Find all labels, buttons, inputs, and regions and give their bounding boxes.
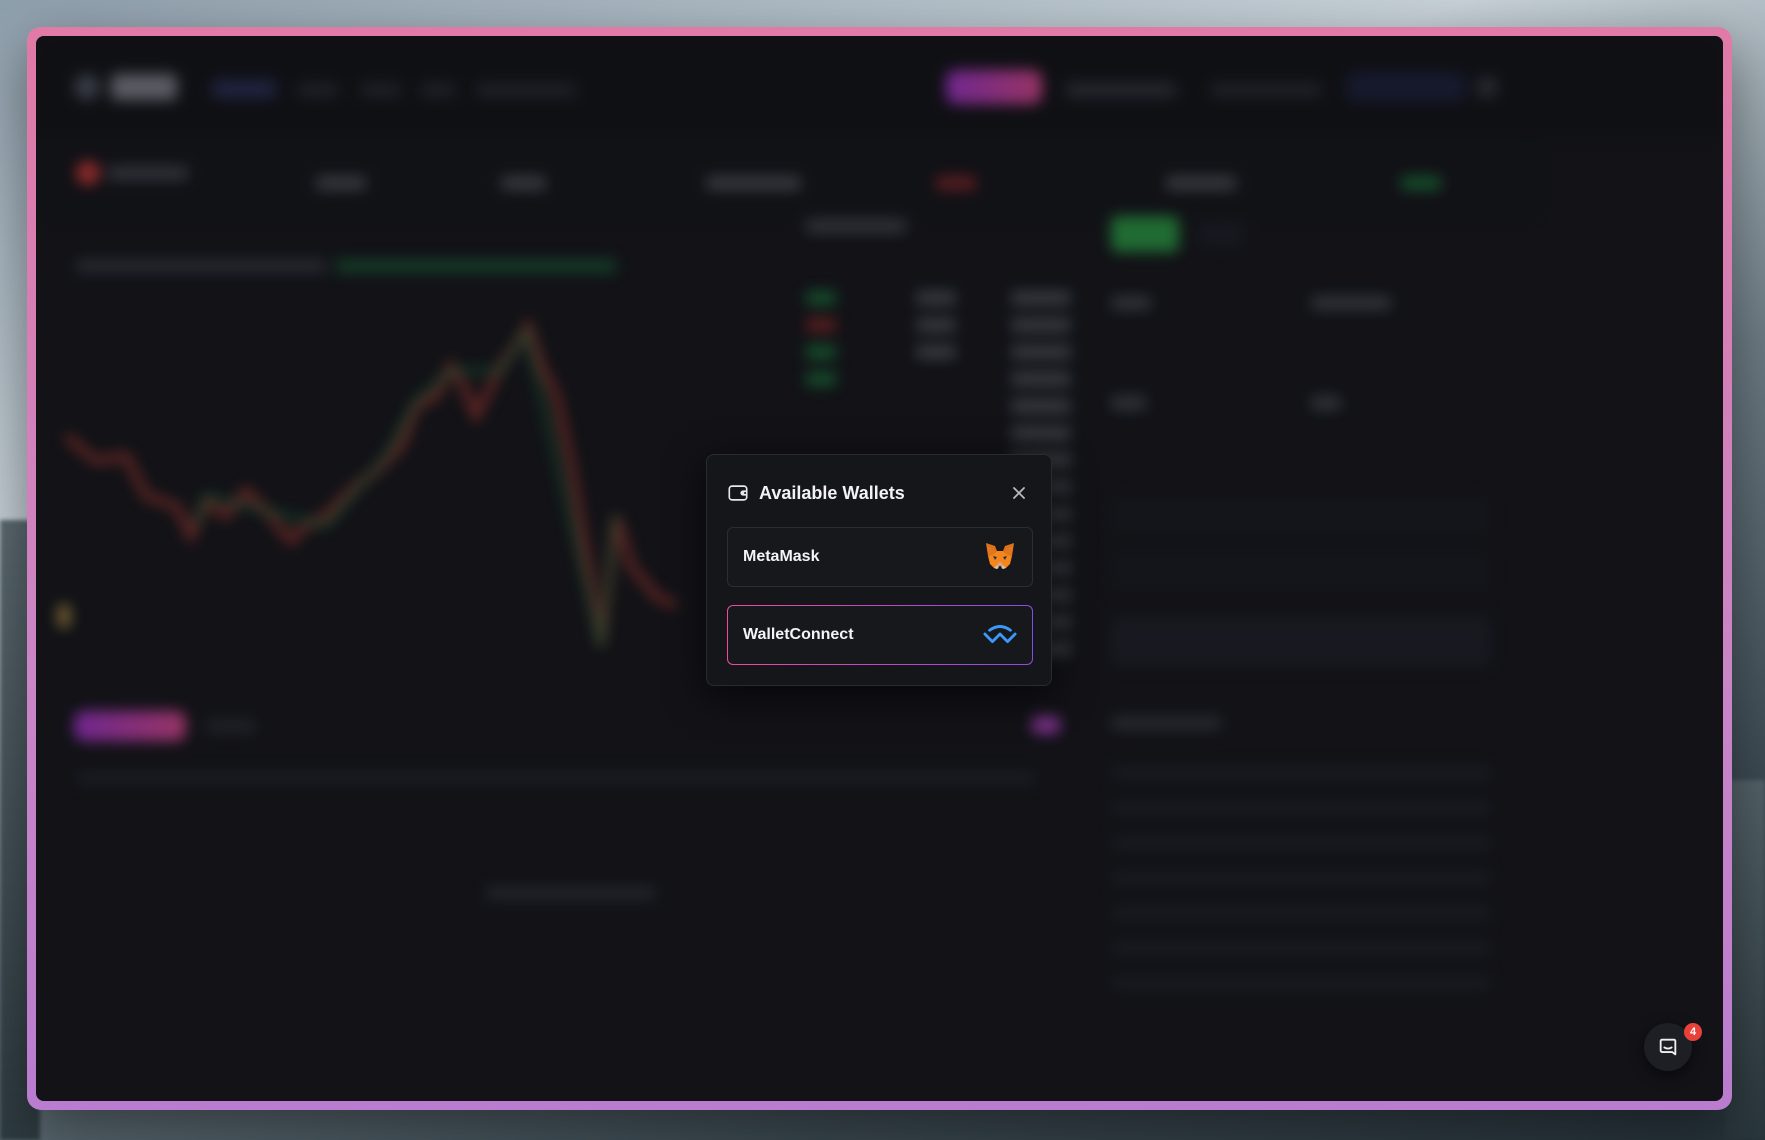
- walletconnect-icon: [983, 618, 1017, 652]
- wallet-option-metamask[interactable]: MetaMask: [727, 527, 1033, 587]
- wallet-icon: [727, 482, 749, 504]
- notification-badge: 4: [1684, 1023, 1702, 1041]
- wallet-option-walletconnect[interactable]: WalletConnect: [727, 605, 1033, 665]
- chat-bubble-icon: [1657, 1036, 1679, 1058]
- modal-title: Available Wallets: [759, 482, 905, 503]
- wallet-label: WalletConnect: [743, 626, 854, 643]
- available-wallets-modal: Available Wallets MetaMask WalletConnect: [706, 454, 1052, 686]
- metamask-fox-icon: [983, 540, 1017, 574]
- modal-header: Available Wallets: [727, 479, 1031, 507]
- close-icon[interactable]: [1007, 481, 1031, 505]
- wallet-label: MetaMask: [743, 548, 820, 565]
